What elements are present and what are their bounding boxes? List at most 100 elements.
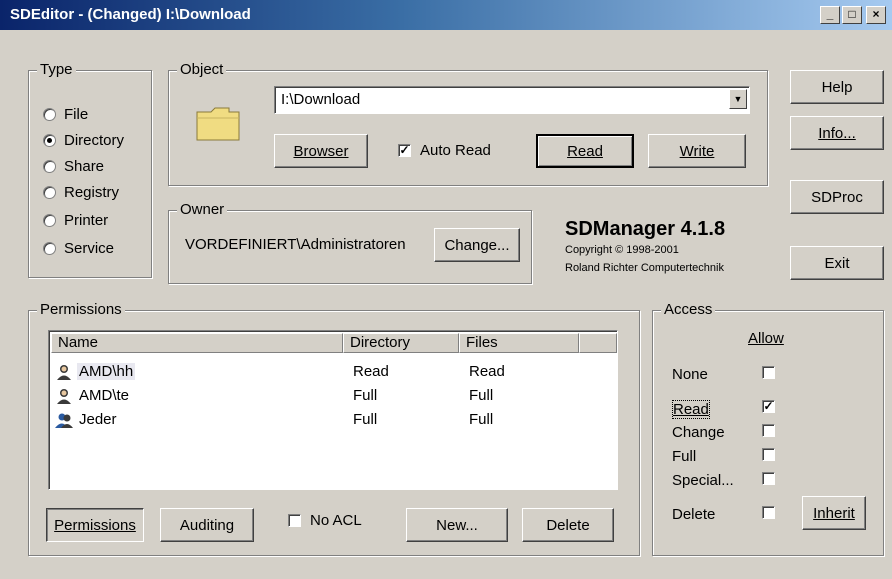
sdproc-label: SDProc (811, 188, 863, 206)
radio-registry[interactable]: Registry (43, 184, 119, 201)
access-none-label: None (672, 366, 708, 383)
folder-icon (196, 107, 240, 141)
access-delete-label: Delete (672, 506, 716, 523)
cell-directory: Full (353, 411, 378, 428)
write-label: Write (679, 142, 715, 160)
object-group-label: Object (177, 61, 227, 78)
access-full-label: Full (672, 448, 697, 465)
radio-circle (43, 108, 56, 121)
access-group-label: Access (661, 301, 716, 318)
change-owner-button[interactable]: Change... (434, 228, 520, 262)
path-combobox[interactable]: I:\Download ▼ (274, 86, 750, 114)
help-label: Help (821, 78, 853, 96)
cell-directory: Full (353, 387, 378, 404)
close-button[interactable]: × (866, 6, 886, 24)
permissions-button[interactable]: Permissions (46, 508, 144, 542)
access-delete-checkbox[interactable] (762, 506, 775, 519)
radio-label: Share (64, 158, 105, 175)
exit-button[interactable]: Exit (790, 246, 884, 280)
auto-read-label: Auto Read (420, 142, 491, 159)
table-row[interactable]: AMD\te Full Full (51, 385, 615, 407)
info-label: Info... (818, 124, 856, 142)
radio-label: Registry (64, 184, 120, 201)
cell-name: Jeder (79, 411, 117, 428)
cell-files: Full (469, 411, 494, 428)
type-group-label: Type (37, 61, 76, 78)
column-header-name[interactable]: Name (51, 333, 343, 353)
radio-service[interactable]: Service (43, 240, 114, 257)
maximize-button[interactable]: □ (842, 6, 862, 24)
help-button[interactable]: Help (790, 70, 884, 104)
radio-printer[interactable]: Printer (43, 212, 108, 229)
browser-button[interactable]: Browser (274, 134, 368, 168)
read-button[interactable]: Read (536, 134, 634, 168)
window-title: SDEditor - (Changed) I:\Download (10, 6, 251, 23)
title-bar[interactable]: SDEditor - (Changed) I:\Download _ □ × (0, 0, 892, 30)
no-acl-checkbox[interactable] (288, 514, 301, 527)
cell-name: AMD\te (79, 387, 130, 404)
copyright-text: Copyright © 1998-2001 (565, 244, 679, 256)
cell-name: AMD\hh (77, 363, 136, 380)
radio-file[interactable]: File (43, 106, 88, 123)
radio-label: Service (64, 240, 115, 257)
radio-circle (43, 186, 56, 199)
exit-label: Exit (824, 254, 850, 272)
browser-label: Browser (293, 142, 349, 160)
delete-button[interactable]: Delete (522, 508, 614, 542)
info-button[interactable]: Info... (790, 116, 884, 150)
table-row[interactable]: Jeder Full Full (51, 409, 615, 431)
column-header-empty (579, 333, 617, 353)
permissions-list[interactable]: Name Directory Files AMD\hh Read Read AM… (48, 330, 618, 490)
product-name: SDManager 4.1.8 (565, 218, 726, 240)
column-header-files[interactable]: Files (459, 333, 579, 353)
allow-header: Allow (748, 330, 784, 347)
owner-name: VORDEFINIERT\Administratoren (185, 236, 406, 253)
auditing-button-label: Auditing (179, 516, 235, 534)
read-label: Read (567, 142, 603, 160)
radio-circle (43, 214, 56, 227)
permissions-button-label: Permissions (54, 516, 136, 534)
radio-label: Directory (64, 132, 125, 149)
access-change-checkbox[interactable] (762, 424, 775, 437)
inherit-button-label: Inherit (813, 504, 855, 522)
access-read-checkbox[interactable]: ✓ (762, 400, 775, 413)
radio-label: File (64, 106, 89, 123)
company-text: Roland Richter Computertechnik (565, 262, 724, 274)
access-special-checkbox[interactable] (762, 472, 775, 485)
write-button[interactable]: Write (648, 134, 746, 168)
no-acl-label: No ACL (310, 512, 362, 529)
user-icon (57, 365, 71, 380)
sdproc-button[interactable]: SDProc (790, 180, 884, 214)
cell-directory: Read (353, 363, 389, 380)
column-header-directory[interactable]: Directory (343, 333, 459, 353)
radio-circle (43, 242, 56, 255)
change-owner-label: Change... (444, 236, 510, 254)
access-full-checkbox[interactable] (762, 448, 775, 461)
cell-files: Read (469, 363, 505, 380)
radio-circle-selected (43, 134, 56, 147)
access-change-label: Change (672, 424, 725, 441)
user-icon (57, 389, 71, 404)
delete-button-label: Delete (546, 516, 590, 534)
radio-directory[interactable]: Directory (43, 132, 124, 149)
group-users-icon (55, 413, 73, 428)
radio-circle (43, 160, 56, 173)
access-special-label: Special... (672, 472, 734, 489)
new-button-label: New... (436, 516, 478, 534)
table-row[interactable]: AMD\hh Read Read (51, 361, 615, 383)
radio-label: Printer (64, 212, 109, 229)
inherit-button[interactable]: Inherit (802, 496, 866, 530)
sdeditor-window: SDEditor - (Changed) I:\Download _ □ × T… (0, 0, 892, 579)
radio-share[interactable]: Share (43, 158, 104, 175)
auditing-button[interactable]: Auditing (160, 508, 254, 542)
chevron-down-icon[interactable]: ▼ (729, 89, 747, 109)
access-read-label: Read (672, 400, 710, 419)
path-value: I:\Download (281, 91, 361, 108)
access-none-checkbox[interactable] (762, 366, 775, 379)
new-button[interactable]: New... (406, 508, 508, 542)
auto-read-checkbox[interactable]: ✓ (398, 144, 411, 157)
minimize-button[interactable]: _ (820, 6, 840, 24)
owner-group-label: Owner (177, 201, 228, 218)
permissions-group-label: Permissions (37, 301, 125, 318)
cell-files: Full (469, 387, 494, 404)
